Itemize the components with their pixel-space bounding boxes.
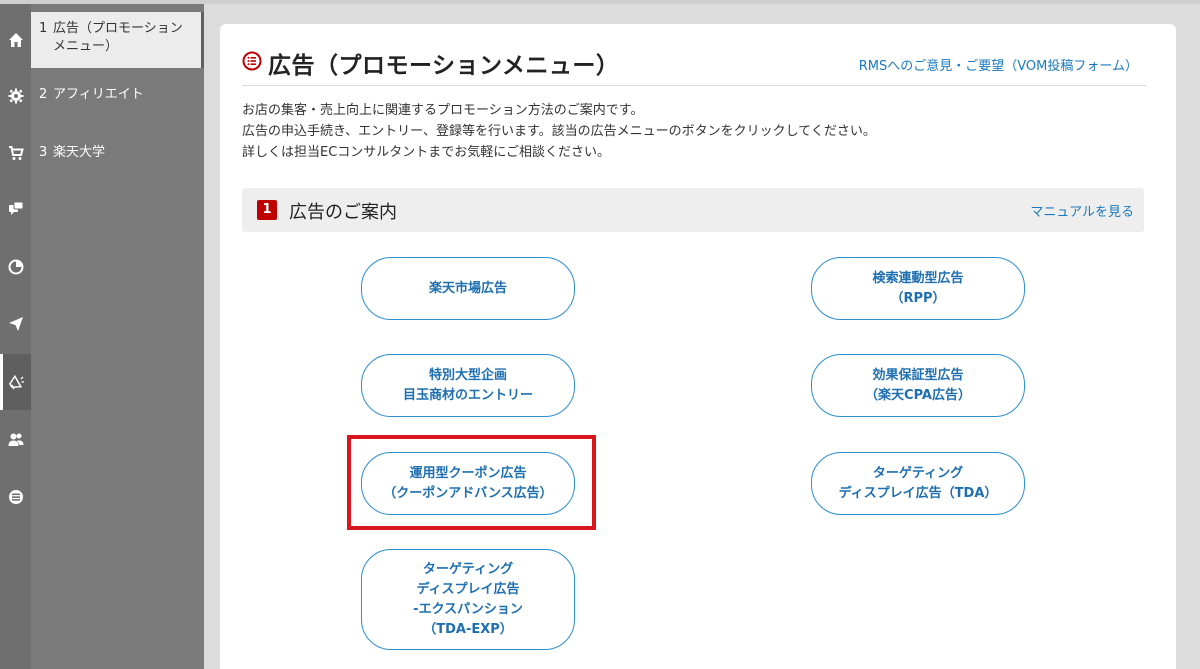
page-header: 広告（プロモーションメニュー） RMSへのご意見・ご要望（VOM投稿フォーム） bbox=[242, 46, 1146, 86]
button-label: ターゲティング ディスプレイ広告 -エクスパンション （TDA-EXP） bbox=[413, 561, 523, 637]
submenu-item-promotion[interactable]: 1 広告（プロモーション メニュー） bbox=[31, 12, 204, 68]
special-event-entry-button[interactable]: 特別大型企画 目玉商材のエントリー bbox=[361, 354, 575, 417]
submenu-item-label: アフィリエイト bbox=[53, 87, 144, 102]
button-label: 検索連動型広告 （RPP） bbox=[872, 270, 964, 306]
button-label: 楽天市場広告 bbox=[428, 280, 507, 296]
button-label: ターゲティング ディスプレイ広告（TDA） bbox=[838, 465, 998, 501]
coupon-advance-ad-button[interactable]: 運用型クーポン広告 （クーポンアドバンス広告） bbox=[361, 452, 575, 515]
submenu-item-label: 広告（プロモーション メニュー） bbox=[53, 21, 183, 54]
icon-rail bbox=[0, 0, 31, 669]
manual-link[interactable]: マニュアルを見る bbox=[1030, 201, 1134, 220]
section-title: 広告のご案内 bbox=[289, 202, 397, 223]
button-label: 運用型クーポン広告 （クーポンアドバンス広告） bbox=[383, 465, 553, 501]
users-icon[interactable] bbox=[0, 411, 31, 467]
submenu-item-label: 楽天大学 bbox=[53, 145, 106, 160]
section-number-badge: 1 bbox=[257, 200, 277, 220]
paper-plane-icon[interactable] bbox=[0, 296, 31, 352]
chat-icon[interactable] bbox=[0, 181, 31, 237]
gear-icon[interactable] bbox=[0, 68, 31, 124]
submenu-item-number: 2 bbox=[39, 87, 48, 102]
tda-ad-button[interactable]: ターゲティング ディスプレイ広告（TDA） bbox=[811, 452, 1025, 515]
submenu-item-number: 1 bbox=[39, 21, 48, 36]
rpp-ad-button[interactable]: 検索連動型広告 （RPP） bbox=[811, 257, 1025, 320]
tda-exp-ad-button[interactable]: ターゲティング ディスプレイ広告 -エクスパンション （TDA-EXP） bbox=[361, 549, 575, 650]
description-line: お店の集客・売上向上に関連するプロモーション方法のご案内です。 bbox=[242, 103, 644, 118]
submenu-item-affiliate[interactable]: 2 アフィリエイト bbox=[31, 86, 204, 106]
pie-chart-icon[interactable] bbox=[0, 239, 31, 295]
main-area: 広告（プロモーションメニュー） RMSへのご意見・ご要望（VOM投稿フォーム） … bbox=[204, 0, 1200, 669]
description-line: 詳しくは担当ECコンサルタントまでお気軽にご相談ください。 bbox=[242, 145, 611, 160]
megaphone-icon[interactable] bbox=[0, 354, 31, 410]
button-label: 特別大型企画 目玉商材のエントリー bbox=[402, 367, 533, 403]
page-description: お店の集客・売上向上に関連するプロモーション方法のご案内です。 広告の申込手続き… bbox=[242, 100, 876, 163]
rakuten-ichiba-ad-button[interactable]: 楽天市場広告 bbox=[361, 257, 575, 320]
description-line: 広告の申込手続き、エントリー、登録等を行います。該当の広告メニューのボタンをクリ… bbox=[242, 124, 876, 139]
sub-menu: 1 広告（プロモーション メニュー） 2 アフィリエイト 3 楽天大学 bbox=[31, 0, 204, 669]
submenu-item-number: 3 bbox=[39, 145, 48, 160]
cpa-ad-button[interactable]: 効果保証型広告 （楽天CPA広告） bbox=[811, 354, 1025, 417]
submenu-item-rakuten-university[interactable]: 3 楽天大学 bbox=[31, 144, 204, 164]
section-header: 1 広告のご案内 マニュアルを見る bbox=[242, 188, 1144, 232]
page-title: 広告（プロモーションメニュー） bbox=[268, 53, 620, 79]
list-icon[interactable] bbox=[0, 469, 31, 525]
home-icon[interactable] bbox=[0, 12, 31, 68]
button-label: 効果保証型広告 （楽天CPA広告） bbox=[865, 367, 971, 403]
content-panel: 広告（プロモーションメニュー） RMSへのご意見・ご要望（VOM投稿フォーム） … bbox=[220, 24, 1176, 669]
feedback-link[interactable]: RMSへのご意見・ご要望（VOM投稿フォーム） bbox=[859, 55, 1138, 74]
cart-icon[interactable] bbox=[0, 125, 31, 181]
list-circle-icon bbox=[242, 51, 262, 71]
